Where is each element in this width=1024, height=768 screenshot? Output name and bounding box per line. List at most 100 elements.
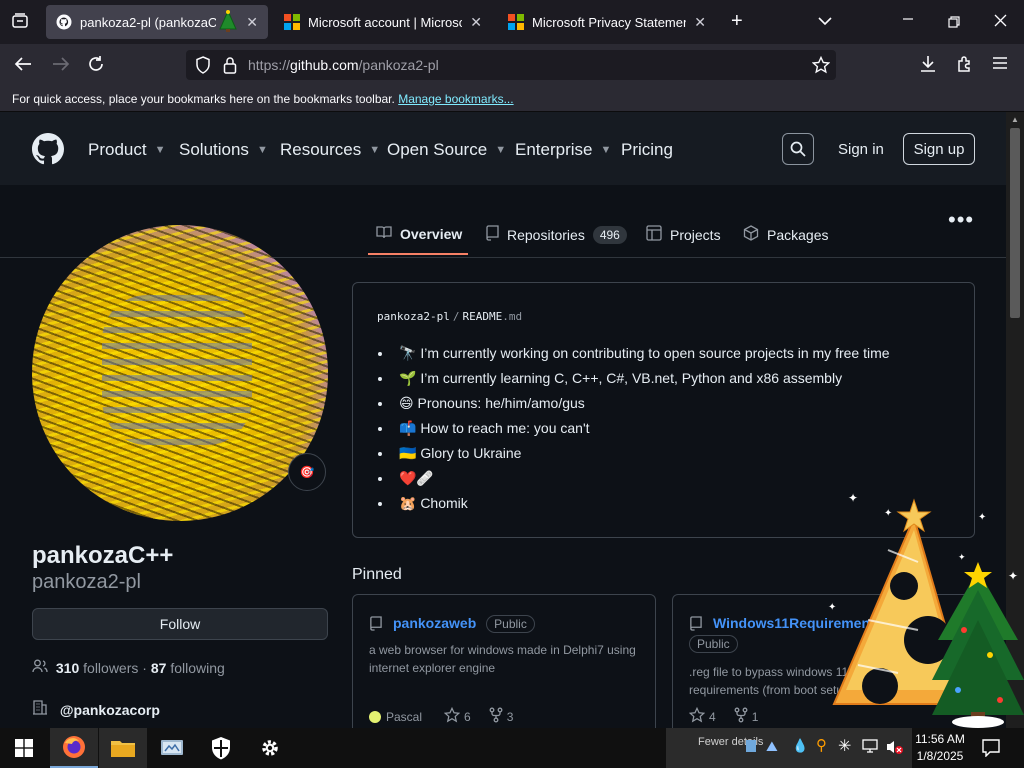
reload-icon[interactable] — [87, 55, 105, 78]
network-icon[interactable] — [746, 740, 756, 752]
sign-up-button[interactable]: Sign up — [903, 133, 975, 165]
readme-owner[interactable]: pankoza2-pl — [377, 310, 450, 323]
security-taskbar-button[interactable] — [197, 728, 245, 768]
more-options-icon[interactable]: ••• — [948, 207, 974, 233]
tab-microsoft-privacy[interactable]: Microsoft Privacy Statement – Microsoft … — [498, 5, 716, 39]
nav-resources[interactable]: Resources ▼ — [280, 140, 380, 160]
scroll-up-arrow-icon[interactable]: ▲ — [1011, 115, 1019, 124]
github-logo-icon[interactable] — [32, 133, 64, 170]
status-emoji-icon[interactable]: 🎯 — [288, 453, 326, 491]
nav-solutions[interactable]: Solutions ▼ — [179, 140, 268, 160]
search-button[interactable] — [782, 133, 814, 165]
shield-icon — [212, 737, 230, 760]
start-button[interactable] — [0, 728, 48, 768]
star-count[interactable]: 4 — [709, 710, 716, 724]
readme-file[interactable]: README — [462, 310, 502, 323]
repo-link[interactable]: pankozaweb Public — [393, 615, 535, 633]
tab-title: Microsoft account | Microsoft Account — [308, 14, 462, 30]
tab-packages[interactable]: Packages — [743, 225, 828, 244]
nav-enterprise[interactable]: Enterprise ▼ — [515, 140, 611, 160]
url-prefix: https:// — [248, 57, 291, 73]
tab-microsoft-account[interactable]: Microsoft account | Microsoft Account ✕ — [274, 5, 492, 39]
back-icon[interactable] — [14, 56, 32, 77]
nav-label: Pricing — [621, 140, 673, 159]
tab-repositories[interactable]: Repositories 496 — [485, 225, 627, 244]
close-tab-icon[interactable]: ✕ — [694, 14, 706, 31]
tab-overview[interactable]: Overview — [376, 225, 462, 242]
pinned-heading: Pinned — [352, 566, 402, 583]
menu-icon[interactable] — [992, 56, 1008, 75]
nav-open-source[interactable]: Open Source ▼ — [387, 140, 506, 160]
url-path: /pankoza2-pl — [358, 57, 439, 73]
extensions-icon[interactable] — [956, 55, 974, 78]
notifications-icon[interactable] — [982, 739, 1000, 762]
search-icon — [790, 141, 806, 157]
tab-projects[interactable]: Projects — [646, 225, 721, 244]
system-clock[interactable]: 11:56 AM 1/8/2025 — [912, 731, 968, 765]
forward-icon[interactable] — [52, 56, 70, 77]
minimize-icon[interactable] — [902, 12, 914, 30]
settings-taskbar-button[interactable] — [246, 728, 294, 768]
repo-count-badge: 496 — [592, 225, 627, 244]
restore-icon[interactable] — [948, 15, 960, 33]
repo-meta: 4 1 — [688, 706, 759, 726]
people-icon — [32, 659, 52, 676]
tab-label: Projects — [670, 226, 721, 243]
list-all-tabs-icon[interactable] — [817, 13, 833, 34]
readme-list: 🔭 I’m currently working on contributing … — [393, 341, 890, 516]
lock-icon[interactable] — [223, 56, 237, 79]
followers-label: followers — [83, 660, 139, 676]
url-bar[interactable]: https://github.com/pankoza2-pl — [186, 50, 836, 80]
star-icon[interactable] — [443, 706, 461, 726]
follow-stats: 310 followers · 87 following — [32, 659, 225, 676]
tab-overview-icon[interactable] — [11, 12, 29, 35]
fork-count[interactable]: 3 — [507, 710, 514, 724]
new-tab-icon[interactable]: + — [731, 10, 743, 33]
manage-bookmarks-link[interactable]: Manage bookmarks... — [398, 92, 513, 106]
visibility-badge: Public — [689, 635, 738, 653]
avatar[interactable] — [32, 225, 328, 521]
profile-fullname: pankozaC++ — [32, 542, 174, 569]
scrollbar-thumb[interactable] — [1010, 128, 1020, 318]
nav-label: Product — [88, 140, 147, 159]
nav-pricing[interactable]: Pricing — [621, 140, 673, 160]
tab-github[interactable]: pankoza2-pl (pankozaC++) ✕ — [46, 5, 268, 39]
close-tab-icon[interactable]: ✕ — [470, 14, 482, 31]
star-icon[interactable] — [688, 706, 706, 726]
fork-count[interactable]: 1 — [752, 710, 759, 724]
monitor-icon[interactable] — [862, 739, 878, 758]
nav-product[interactable]: Product ▼ — [88, 140, 165, 160]
tab-label: Packages — [767, 226, 829, 243]
app-tray-icon[interactable]: ⛰ — [766, 738, 778, 755]
file-explorer-taskbar-button[interactable] — [99, 728, 147, 768]
following-link[interactable]: 87 following — [151, 660, 225, 676]
bookmark-star-icon[interactable] — [811, 55, 831, 79]
page-scrollbar[interactable]: ▲ — [1006, 112, 1024, 728]
repo-link[interactable]: Windows11Requirements — [713, 615, 882, 631]
drop-icon[interactable]: 💧 — [792, 738, 808, 754]
search-tray-icon[interactable]: ⚲ — [816, 736, 827, 754]
close-window-icon[interactable] — [994, 14, 1007, 32]
firefox-taskbar-button[interactable] — [50, 728, 98, 768]
url-text[interactable]: https://github.com/pankoza2-pl — [248, 57, 439, 73]
folder-icon — [111, 741, 135, 757]
downloads-icon[interactable] — [919, 55, 937, 78]
volume-muted-icon[interactable] — [886, 739, 904, 760]
fork-icon[interactable] — [489, 707, 503, 726]
sign-in-link[interactable]: Sign in — [838, 141, 884, 158]
follow-button[interactable]: Follow — [32, 608, 328, 640]
followers-link[interactable]: 310 followers — [56, 660, 139, 676]
repo-language: Pascal — [386, 709, 423, 724]
star-count[interactable]: 6 — [464, 710, 471, 724]
tracking-protection-icon[interactable] — [195, 56, 211, 79]
organization-link[interactable]: @pankozacorp — [32, 699, 160, 718]
bookmarks-prompt: For quick access, place your bookmarks h… — [12, 92, 395, 106]
repo-description: .reg file to bypass windows 11's minimum… — [689, 665, 909, 697]
repo-meta: Pascal 6 3 — [369, 706, 514, 726]
app-taskbar-button[interactable] — [148, 728, 196, 768]
github-header: Product ▼ Solutions ▼ Resources ▼ Open Sour… — [0, 112, 1006, 185]
close-tab-icon[interactable]: ✕ — [246, 14, 258, 31]
sparkle-tray-icon[interactable]: ✳ — [838, 736, 851, 756]
fork-icon[interactable] — [734, 707, 748, 726]
readme-ext: .md — [502, 310, 523, 323]
